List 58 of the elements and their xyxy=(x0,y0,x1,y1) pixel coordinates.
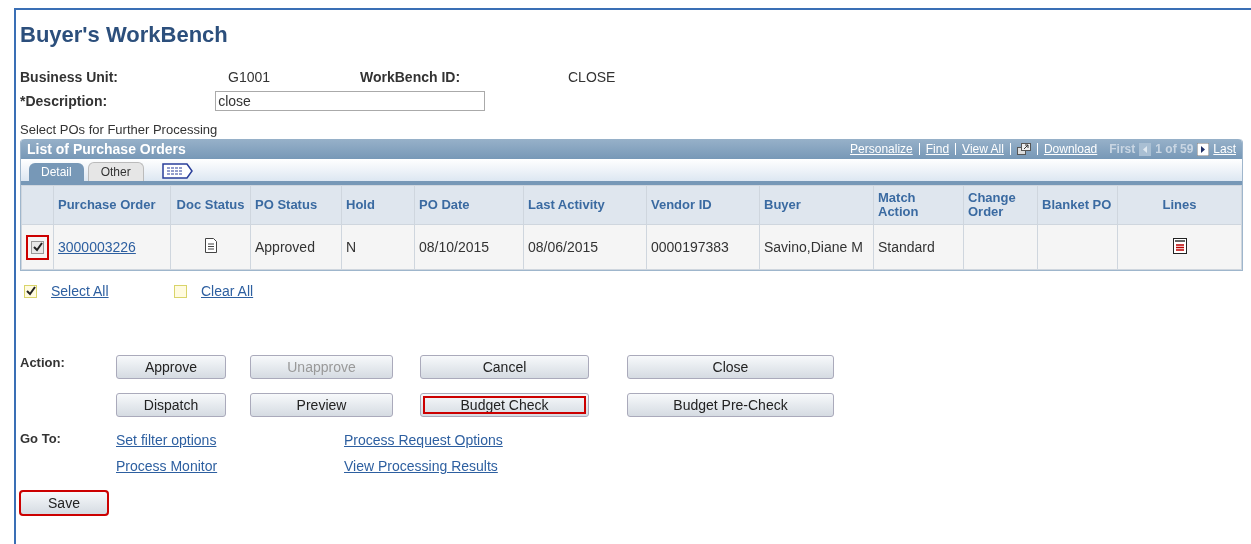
action-button[interactable]: Budget Check xyxy=(420,393,589,417)
column-header: Purchase Order xyxy=(53,185,171,225)
page-title: Buyer's WorkBench xyxy=(20,22,229,48)
field-value: G1001 xyxy=(228,69,272,85)
goto-label: Go To: xyxy=(20,431,62,446)
new-window-icon[interactable] xyxy=(1016,143,1031,155)
previous-icon xyxy=(1139,142,1152,156)
next-icon[interactable] xyxy=(1197,142,1210,156)
action-button[interactable]: Dispatch xyxy=(116,393,226,417)
table-cell: 0000197383 xyxy=(646,224,760,270)
action-button[interactable]: Budget Pre-Check xyxy=(627,393,834,417)
field-label: WorkBench ID: xyxy=(360,69,462,85)
instruction-text: Select POs for Further Processing xyxy=(20,122,219,137)
select-link[interactable]: Clear All xyxy=(201,283,254,299)
table-cell: N xyxy=(341,224,415,270)
field-label: *Description: xyxy=(20,93,108,109)
column-header: Last Activity xyxy=(523,185,647,225)
column-header: Hold xyxy=(341,185,415,225)
action-button[interactable]: Preview xyxy=(250,393,393,417)
checkmark-icon xyxy=(25,286,36,296)
table-cell: 08/10/2015 xyxy=(414,224,524,270)
grid-tab[interactable]: Other xyxy=(87,162,144,181)
save-button[interactable]: Save xyxy=(20,491,108,515)
goto-link[interactable]: View Processing Results xyxy=(344,458,498,474)
table-cell: Standard xyxy=(873,224,964,270)
table-cell: Approved xyxy=(250,224,342,270)
column-header: PO Date xyxy=(414,185,524,225)
column-header: PO Status xyxy=(250,185,342,225)
lines-list-icon[interactable] xyxy=(1172,237,1187,254)
checkbox[interactable] xyxy=(24,284,37,298)
column-header: Vendor ID xyxy=(646,185,760,225)
column-header: Blanket PO xyxy=(1037,185,1118,225)
field-label: Business Unit: xyxy=(20,69,119,85)
select-link[interactable]: Select All xyxy=(51,283,109,299)
page-range: 1 of 59 xyxy=(1155,142,1194,156)
action-button[interactable]: Cancel xyxy=(420,355,589,379)
field-value: CLOSE xyxy=(568,69,617,85)
column-header: Doc Status xyxy=(170,185,251,225)
first-label: First xyxy=(1109,142,1136,156)
table-cell: Savino,Diane M xyxy=(759,224,874,270)
action-button[interactable]: Approve xyxy=(116,355,226,379)
action-label: Action: xyxy=(20,355,66,370)
action-button[interactable]: Close xyxy=(627,355,834,379)
column-header: Change Order xyxy=(963,185,1038,225)
checkbox[interactable] xyxy=(174,284,187,298)
goto-link[interactable]: Set filter options xyxy=(116,432,217,448)
column-header: Buyer xyxy=(759,185,874,225)
table-cell: 08/06/2015 xyxy=(523,224,647,270)
column-header: Lines xyxy=(1117,185,1242,225)
description-field[interactable]: close xyxy=(215,91,486,111)
column-header: Match Action xyxy=(873,185,964,225)
grid-title: List of Purchase Orders xyxy=(27,141,186,157)
show-all-columns-icon[interactable] xyxy=(161,163,194,179)
checkmark-icon xyxy=(32,242,43,252)
goto-link[interactable]: Process Monitor xyxy=(116,458,218,474)
document-icon[interactable] xyxy=(204,238,217,253)
goto-link[interactable]: Process Request Options xyxy=(344,432,503,448)
row-checkbox[interactable] xyxy=(31,240,44,254)
